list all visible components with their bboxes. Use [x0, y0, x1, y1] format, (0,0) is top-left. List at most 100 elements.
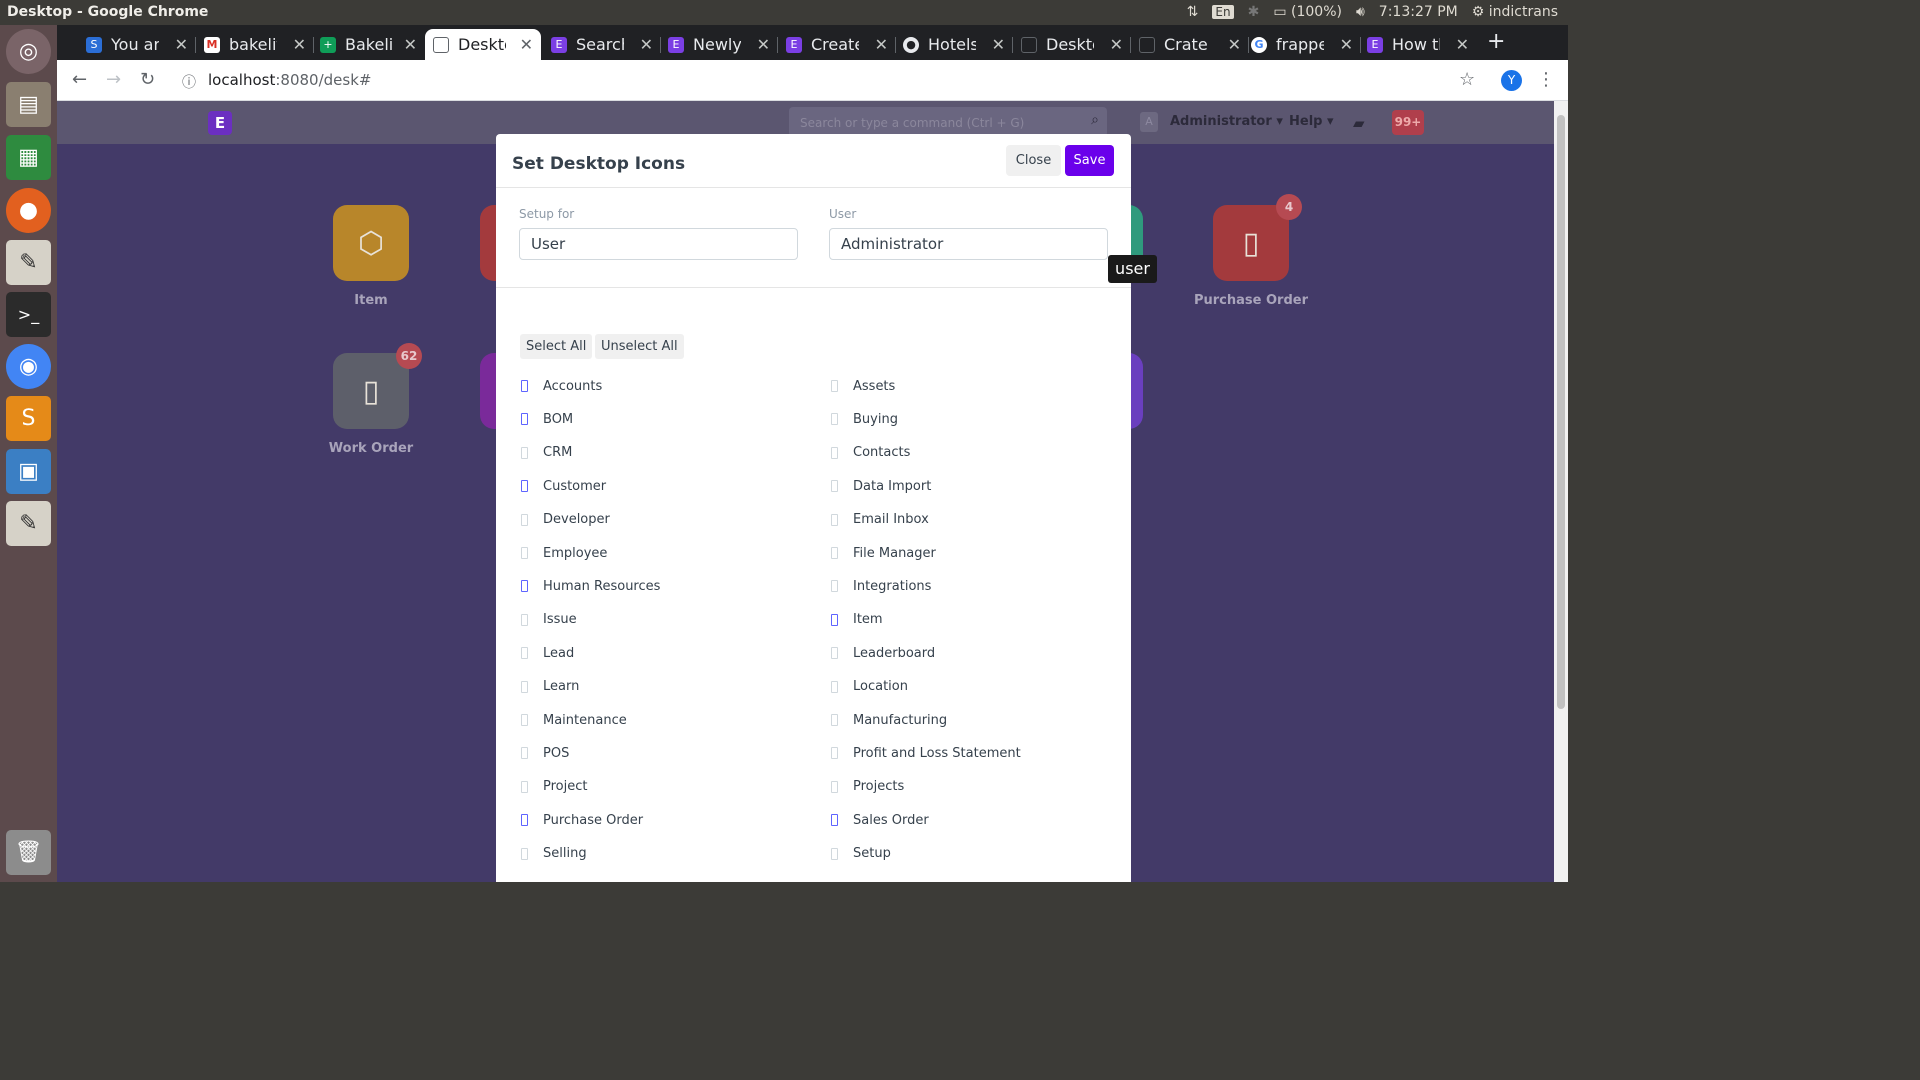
icon-checkbox-item[interactable]: Maintenance — [520, 711, 627, 729]
icon-checkbox-item[interactable]: Integrations — [830, 577, 931, 595]
network-icon[interactable]: ⇅ — [1187, 4, 1199, 20]
tab-active[interactable]: Desktop ✕ — [425, 29, 541, 60]
close-icon[interactable]: ✕ — [640, 35, 653, 54]
checkbox-checked[interactable] — [521, 380, 528, 392]
back-icon[interactable]: ← — [72, 69, 87, 90]
volume-icon[interactable]: 🔊︎ — [1356, 4, 1365, 20]
checkbox[interactable] — [831, 480, 838, 493]
battery-indicator[interactable]: ▭ (100%) — [1273, 4, 1342, 20]
checkbox[interactable] — [831, 413, 838, 426]
checkbox[interactable] — [521, 613, 528, 626]
checkbox-checked[interactable] — [831, 814, 838, 827]
close-icon[interactable]: ✕ — [520, 35, 533, 54]
ubuntu-dash-icon[interactable]: ◎ — [6, 29, 51, 74]
icon-checkbox-item[interactable]: POS — [520, 744, 569, 762]
chat-icon[interactable]: ▰ — [1353, 114, 1365, 132]
notifications-badge[interactable]: 99+ — [1392, 110, 1424, 135]
icon-checkbox-item[interactable]: File Manager — [830, 544, 936, 562]
icon-checkbox-item[interactable]: Issue — [520, 611, 577, 629]
files-icon[interactable]: ▤ — [6, 82, 51, 127]
close-icon[interactable]: ✕ — [875, 35, 888, 54]
checkbox[interactable] — [521, 747, 528, 760]
checkbox[interactable] — [831, 747, 838, 760]
icon-checkbox-item[interactable]: Sales Order — [830, 811, 929, 829]
tab[interactable]: ● Hotels ✕ — [895, 29, 1013, 60]
checkbox[interactable] — [521, 780, 528, 793]
checkbox[interactable] — [831, 380, 838, 392]
menu-kebab-icon[interactable]: ⋮ — [1537, 69, 1555, 90]
file-icon[interactable]: ▯ — [1213, 205, 1289, 281]
checkbox[interactable] — [521, 647, 528, 660]
text-editor-icon[interactable]: ✎ — [6, 240, 51, 285]
bluetooth-icon[interactable]: ✱ — [1248, 4, 1260, 20]
checkbox[interactable] — [521, 446, 528, 459]
checkbox-checked[interactable] — [521, 413, 528, 426]
help-menu[interactable]: Help ▾ — [1289, 114, 1334, 129]
close-icon[interactable]: ✕ — [1228, 35, 1241, 54]
icon-checkbox-item[interactable]: Item — [830, 611, 883, 629]
keyboard-layout-indicator[interactable]: En — [1212, 5, 1234, 19]
trash-icon[interactable]: 🗑︎ — [6, 830, 51, 875]
close-icon[interactable]: ✕ — [293, 35, 306, 54]
new-tab-button[interactable]: + — [1487, 29, 1505, 54]
spreadsheet-icon[interactable]: ▦ — [6, 135, 51, 180]
close-icon[interactable]: ✕ — [1110, 35, 1123, 54]
checkbox[interactable] — [521, 714, 528, 726]
icon-checkbox-item[interactable]: Contacts — [830, 444, 910, 462]
icon-checkbox-item[interactable]: Setup — [830, 845, 891, 863]
checkbox[interactable] — [831, 680, 838, 693]
bookmark-star-icon[interactable]: ☆ — [1459, 69, 1475, 90]
icon-checkbox-item[interactable]: Employee — [520, 544, 607, 562]
checkbox[interactable] — [831, 446, 838, 459]
tab[interactable]: Mbakelite ✕ — [196, 29, 314, 60]
icon-checkbox-item[interactable]: Lead — [520, 644, 574, 662]
icon-checkbox-item[interactable]: Human Resources — [520, 577, 660, 595]
user-field[interactable]: Administrator — [829, 228, 1108, 260]
terminal-icon[interactable]: >_ — [6, 292, 51, 337]
notes-icon[interactable]: ✎ — [6, 501, 51, 546]
tab[interactable]: Crate ✕ — [1131, 29, 1249, 60]
close-icon[interactable]: ✕ — [992, 35, 1005, 54]
tab[interactable]: S You are ✕ — [78, 29, 196, 60]
firefox-icon[interactable]: ● — [6, 188, 51, 233]
tab[interactable]: E Search ✕ — [543, 29, 661, 60]
icon-checkbox-item[interactable]: Accounts — [520, 377, 602, 395]
select-all-button[interactable]: Select All — [520, 334, 593, 359]
icon-checkbox-item[interactable]: Assets — [830, 377, 895, 395]
app-logo[interactable]: E — [208, 111, 232, 135]
checkbox[interactable] — [521, 847, 528, 860]
reload-icon[interactable]: ↻ — [140, 69, 155, 90]
icon-checkbox-item[interactable]: Buying — [830, 410, 898, 428]
chrome-icon[interactable]: ◉ — [6, 344, 51, 389]
checkbox[interactable] — [521, 680, 528, 693]
address-bar[interactable]: localhost:8080/desk# — [208, 71, 371, 89]
icon-checkbox-item[interactable]: Leaderboard — [830, 644, 935, 662]
unselect-all-button[interactable]: Unselect All — [595, 334, 684, 359]
awesomebar-search[interactable]: Search or type a command (Ctrl + G) ⌕ — [789, 107, 1107, 137]
icon-checkbox-item[interactable]: BOM — [520, 410, 573, 428]
icon-checkbox-item[interactable]: Data Import — [830, 477, 931, 495]
box-icon[interactable]: ⬡ — [333, 205, 409, 281]
info-icon[interactable]: ⓘ — [182, 72, 196, 92]
save-button[interactable]: Save — [1065, 145, 1114, 176]
close-icon[interactable]: ✕ — [404, 35, 417, 54]
checkbox[interactable] — [831, 847, 838, 860]
user-menu[interactable]: Administrator ▾ — [1170, 114, 1283, 129]
checkbox[interactable] — [831, 513, 838, 526]
tab[interactable]: Gfrappe ✕ — [1243, 29, 1361, 60]
checkbox[interactable] — [831, 647, 838, 660]
icon-checkbox-item[interactable]: Location — [830, 678, 908, 696]
clock[interactable]: 7:13:27 PM — [1379, 4, 1458, 20]
profile-avatar[interactable]: Y — [1501, 70, 1522, 91]
tab[interactable]: E Create ✕ — [778, 29, 896, 60]
scrollbar-thumb[interactable] — [1557, 115, 1565, 709]
icon-checkbox-item[interactable]: Manufacturing — [830, 711, 947, 729]
close-icon[interactable]: ✕ — [1340, 35, 1353, 54]
icon-checkbox-item[interactable]: Profit and Loss Statement — [830, 744, 1021, 762]
icon-checkbox-item[interactable]: Project — [520, 778, 587, 796]
close-icon[interactable]: ✕ — [757, 35, 770, 54]
checkbox-checked[interactable] — [521, 480, 528, 493]
sublime-icon[interactable]: S — [6, 396, 51, 441]
checkbox[interactable] — [521, 547, 528, 559]
forward-icon[interactable]: → — [106, 69, 121, 90]
